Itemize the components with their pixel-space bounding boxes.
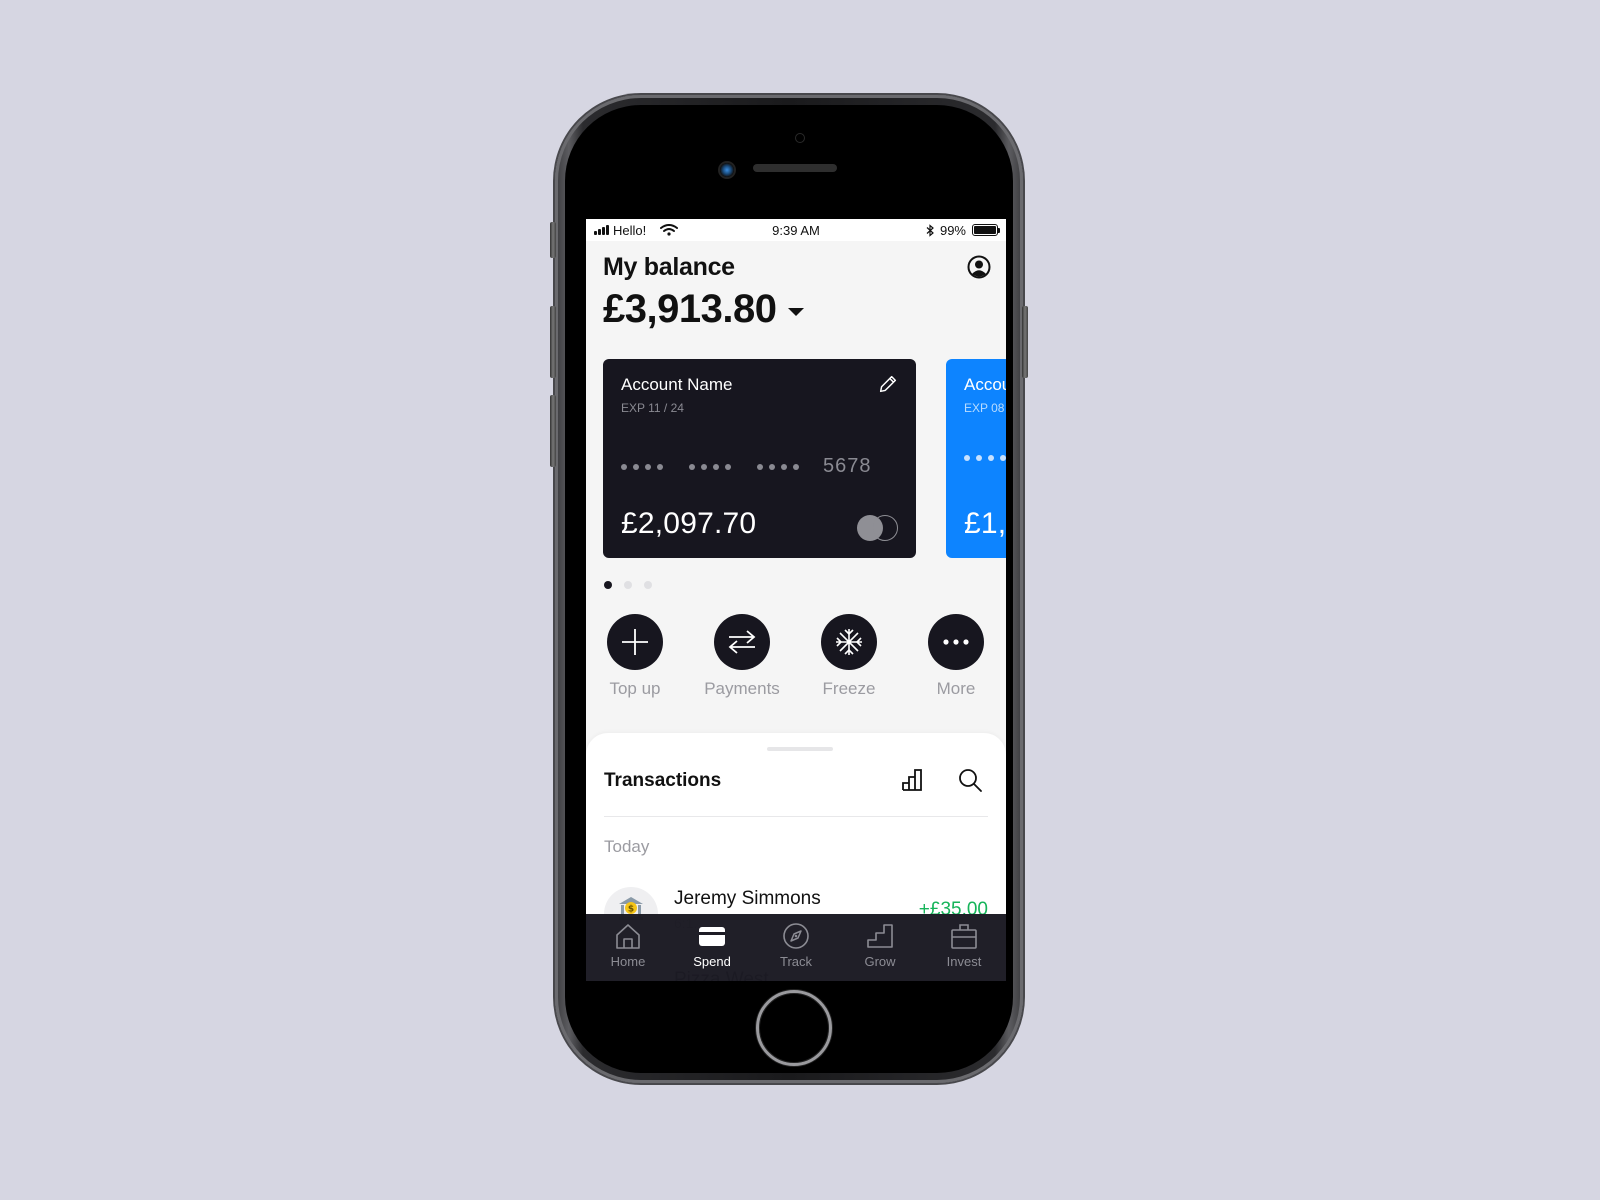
quick-actions: Top up Payments Freeze More bbox=[586, 614, 1006, 704]
volume-up-button bbox=[550, 306, 556, 378]
transfer-arrows-icon bbox=[728, 630, 756, 654]
tab-label: Spend bbox=[693, 954, 731, 969]
more-button[interactable]: More bbox=[906, 614, 1006, 699]
mute-switch bbox=[550, 222, 556, 258]
card-last4: 5678 bbox=[823, 455, 872, 477]
home-icon bbox=[616, 924, 640, 949]
tab-track[interactable]: Track bbox=[754, 914, 838, 981]
card-network-logo-icon bbox=[857, 515, 899, 541]
masked-digits bbox=[964, 455, 1006, 461]
card-balance: £1,8.. bbox=[964, 507, 1006, 540]
divider bbox=[604, 816, 988, 817]
transactions-title: Transactions bbox=[604, 770, 722, 791]
earpiece-speaker bbox=[753, 164, 837, 172]
tab-spend[interactable]: Spend bbox=[670, 914, 754, 981]
card-number: 5678 bbox=[621, 455, 872, 478]
tab-label: Grow bbox=[864, 954, 896, 969]
sheet-grabber[interactable] bbox=[767, 747, 833, 751]
transaction-name: Jeremy Simmons bbox=[674, 888, 821, 909]
tab-label: Track bbox=[779, 954, 813, 969]
bar-chart-icon[interactable] bbox=[901, 768, 925, 792]
carrier-name: Hello! bbox=[613, 222, 647, 238]
snowflake-icon bbox=[836, 629, 862, 655]
compass-icon bbox=[783, 923, 809, 949]
account-card[interactable]: Account Name EXP 08 / .. £1,8.. bbox=[946, 359, 1006, 558]
proximity-sensor bbox=[795, 133, 805, 143]
power-button bbox=[1022, 306, 1028, 378]
card-icon bbox=[699, 927, 725, 946]
briefcase-icon bbox=[951, 924, 977, 949]
card-expiry: EXP 11 / 24 bbox=[621, 401, 684, 415]
profile-icon[interactable] bbox=[967, 255, 991, 279]
card-account-name: Account Name bbox=[621, 375, 733, 394]
search-icon[interactable] bbox=[958, 768, 982, 792]
action-label: Top up bbox=[609, 679, 661, 698]
tab-invest[interactable]: Invest bbox=[922, 914, 1006, 981]
tab-home[interactable]: Home bbox=[586, 914, 670, 981]
tab-grow[interactable]: Grow bbox=[838, 914, 922, 981]
card-expiry: EXP 08 / .. bbox=[964, 401, 1006, 415]
cellular-signal-icon bbox=[594, 225, 609, 235]
svg-text:$: $ bbox=[628, 905, 634, 915]
app-screen: Hello! 9:39 AM 99% My balance £3,913.80 bbox=[586, 219, 1006, 981]
caret-down-icon[interactable] bbox=[788, 307, 805, 316]
tab-bar: Home Spend Track Grow Invest bbox=[586, 914, 1006, 981]
bluetooth-icon bbox=[926, 223, 934, 237]
account-card[interactable]: Account Name EXP 11 / 24 5678 £2,097.70 bbox=[603, 359, 916, 558]
home-button[interactable] bbox=[756, 990, 832, 1066]
card-balance: £2,097.70 bbox=[621, 507, 757, 540]
wifi-icon bbox=[660, 224, 679, 236]
plus-icon bbox=[622, 629, 648, 655]
masked-digits bbox=[689, 463, 731, 470]
action-label: More bbox=[936, 679, 976, 698]
pager-dot[interactable] bbox=[604, 581, 612, 589]
status-bar: Hello! 9:39 AM 99% bbox=[586, 219, 1006, 241]
masked-digits bbox=[757, 463, 799, 470]
action-label: Payments bbox=[704, 679, 780, 698]
more-dots-icon bbox=[943, 639, 969, 645]
card-pager[interactable] bbox=[604, 581, 652, 589]
front-camera bbox=[720, 163, 734, 177]
pencil-icon[interactable] bbox=[877, 373, 899, 395]
total-balance-value: £3,913.80 bbox=[603, 287, 777, 331]
masked-digits bbox=[621, 463, 663, 470]
battery-percent: 99% bbox=[939, 222, 966, 238]
total-balance[interactable]: £3,913.80 bbox=[603, 287, 805, 332]
stairs-icon bbox=[867, 924, 893, 948]
battery-icon bbox=[972, 224, 1000, 236]
pager-dot[interactable] bbox=[644, 581, 652, 589]
action-label: Freeze bbox=[822, 679, 876, 698]
card-number bbox=[964, 455, 1006, 461]
page-title: My balance bbox=[603, 253, 735, 281]
volume-down-button bbox=[550, 395, 556, 467]
top-up-button[interactable]: Top up bbox=[586, 614, 685, 699]
freeze-button[interactable]: Freeze bbox=[799, 614, 899, 699]
payments-button[interactable]: Payments bbox=[692, 614, 792, 699]
pager-dot[interactable] bbox=[624, 581, 632, 589]
card-account-name: Account Name bbox=[964, 375, 1006, 394]
tab-label: Invest bbox=[946, 954, 982, 969]
transaction-group-label: Today bbox=[604, 837, 650, 856]
tab-label: Home bbox=[610, 954, 646, 969]
